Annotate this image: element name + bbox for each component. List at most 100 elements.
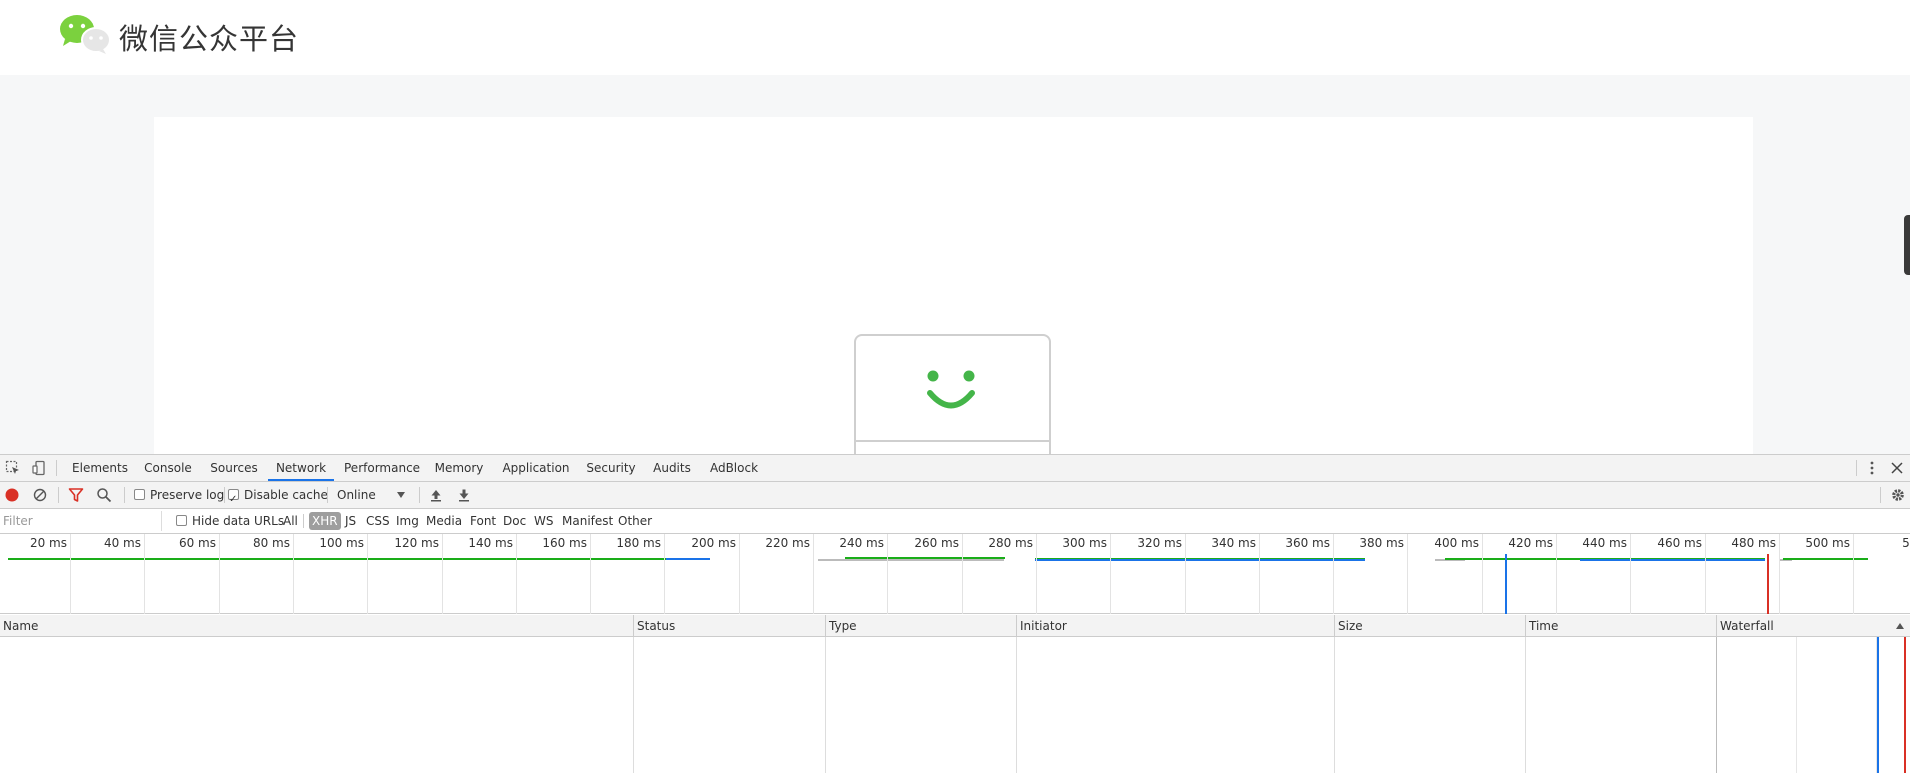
column-initiator[interactable]: Initiator: [1017, 615, 1067, 637]
toolbar-separator-5: [419, 487, 420, 503]
overview-tick-label: 220 ms: [765, 536, 810, 550]
filter-type-media[interactable]: Media: [426, 509, 462, 533]
overview-tick-label: 380 ms: [1359, 536, 1404, 550]
overview-bar: [1035, 559, 1365, 561]
overview-tick-label: 240 ms: [839, 536, 884, 550]
overview-grid-line: [739, 534, 740, 614]
overview-tick-label: 400 ms: [1434, 536, 1479, 550]
preserve-log-box[interactable]: [134, 489, 145, 500]
throttling-select[interactable]: Online: [337, 482, 409, 508]
tab-elements[interactable]: Elements: [70, 455, 130, 481]
smile-icon: [927, 370, 975, 409]
chevron-down-icon: [397, 492, 405, 498]
hide-data-urls-box[interactable]: [176, 515, 187, 526]
requests-table-body: [0, 637, 1910, 773]
tab-adblock[interactable]: AdBlock: [706, 455, 762, 481]
filter-type-css[interactable]: CSS: [366, 509, 390, 533]
side-scroll-tab[interactable]: [1904, 215, 1910, 275]
column-waterfall[interactable]: Waterfall: [1717, 615, 1774, 637]
column-divider: [1525, 637, 1526, 773]
sort-ascending-icon[interactable]: [1896, 623, 1904, 629]
network-overview[interactable]: 20 ms 40 ms 60 ms 80 ms 100 ms 120 ms 140 ms 16…: [0, 534, 1910, 614]
overview-grid-line: [1036, 534, 1037, 614]
tab-application[interactable]: Application: [500, 455, 572, 481]
import-har-icon[interactable]: [428, 487, 444, 503]
tab-security[interactable]: Security: [584, 455, 638, 481]
overview-grid-line: [1482, 534, 1483, 614]
column-type[interactable]: Type: [826, 615, 857, 637]
overview-bar: [1035, 558, 1365, 559]
filter-icon[interactable]: [68, 487, 84, 503]
overview-grid-line: [219, 534, 220, 614]
disable-cache-box[interactable]: [228, 487, 239, 513]
hide-data-urls-checkbox[interactable]: Hide data URLs: [176, 509, 284, 533]
tab-performance[interactable]: Performance: [344, 455, 420, 481]
more-options-icon[interactable]: [1864, 460, 1880, 476]
overview-grid-line: [887, 534, 888, 614]
tab-network[interactable]: Network: [268, 455, 334, 481]
overview-tick-label: 500 ms: [1805, 536, 1850, 550]
gear-icon[interactable]: [1890, 487, 1906, 503]
column-size[interactable]: Size: [1335, 615, 1363, 637]
overview-grid-line: [664, 534, 665, 614]
toolbar-separator-3: [224, 487, 225, 503]
load-event-marker: [1767, 554, 1769, 614]
tab-audits[interactable]: Audits: [648, 455, 696, 481]
tab-console[interactable]: Console: [140, 455, 196, 481]
overview-grid-line: [1630, 534, 1631, 614]
filter-separator: [303, 514, 304, 528]
qr-box-divider: [856, 440, 1049, 442]
export-har-icon[interactable]: [456, 487, 472, 503]
overview-tick-label: 120 ms: [394, 536, 439, 550]
filter-type-xhr[interactable]: XHR: [309, 512, 341, 530]
overview-grid-line: [516, 534, 517, 614]
filter-type-all[interactable]: All: [283, 509, 298, 533]
filter-type-js[interactable]: JS: [345, 509, 356, 533]
record-icon[interactable]: [4, 487, 20, 503]
site-header: 微信公众平台: [0, 0, 1910, 75]
waterfall-grid-line: [1796, 637, 1797, 773]
column-divider: [1016, 637, 1017, 773]
column-time[interactable]: Time: [1526, 615, 1558, 637]
column-divider: [1334, 637, 1335, 773]
filter-type-ws[interactable]: WS: [534, 509, 553, 533]
filter-type-font[interactable]: Font: [470, 509, 496, 533]
disable-cache-checkbox[interactable]: Disable cache: [228, 482, 328, 513]
overview-tick-label: 80 ms: [252, 536, 290, 550]
network-toolbar: Preserve log Disable cache Online: [0, 482, 1910, 513]
device-toolbar-icon[interactable]: [31, 460, 47, 476]
wechat-logo-icon: [60, 15, 111, 54]
filter-input[interactable]: [0, 511, 162, 531]
overview-tick-label: 300 ms: [1062, 536, 1107, 550]
filter-type-manifest[interactable]: Manifest: [562, 509, 613, 533]
tabs-right-separator: [1856, 460, 1857, 476]
filter-type-doc[interactable]: Doc: [503, 509, 526, 533]
filter-type-other[interactable]: Other: [618, 509, 652, 533]
overview-tick-label: 480 ms: [1731, 536, 1776, 550]
column-divider: [825, 637, 826, 773]
overview-grid-line: [1779, 534, 1780, 614]
overview-tick-label: 160 ms: [542, 536, 587, 550]
page-title: 微信公众平台: [119, 22, 300, 56]
overview-grid-line: [962, 534, 963, 614]
column-status[interactable]: Status: [634, 615, 675, 637]
overview-grid-line: [1333, 534, 1334, 614]
overview-bar: [1783, 558, 1868, 560]
qr-login-box[interactable]: [854, 334, 1051, 454]
filter-type-img[interactable]: Img: [396, 509, 419, 533]
screen: { "page": { "title": "微信公众平台" }, "devtoo…: [0, 0, 1910, 773]
tab-sources[interactable]: Sources: [206, 455, 262, 481]
overview-grid-line: [1556, 534, 1557, 614]
overview-grid-line: [1259, 534, 1260, 614]
filter-bar: Hide data URLs All XHR JS CSS Img Media …: [0, 509, 1910, 534]
inspect-element-icon[interactable]: [5, 460, 21, 476]
preserve-log-checkbox[interactable]: Preserve log: [134, 482, 224, 508]
overview-grid-line: [1110, 534, 1111, 614]
overview-bar: [1580, 559, 1765, 561]
requests-table-header: Name Status Type Initiator Size Time Wat…: [0, 615, 1910, 637]
clear-icon[interactable]: [32, 487, 48, 503]
column-name[interactable]: Name: [0, 615, 38, 637]
tab-memory[interactable]: Memory: [430, 455, 488, 481]
close-icon[interactable]: [1889, 460, 1905, 476]
search-icon[interactable]: [96, 487, 112, 503]
